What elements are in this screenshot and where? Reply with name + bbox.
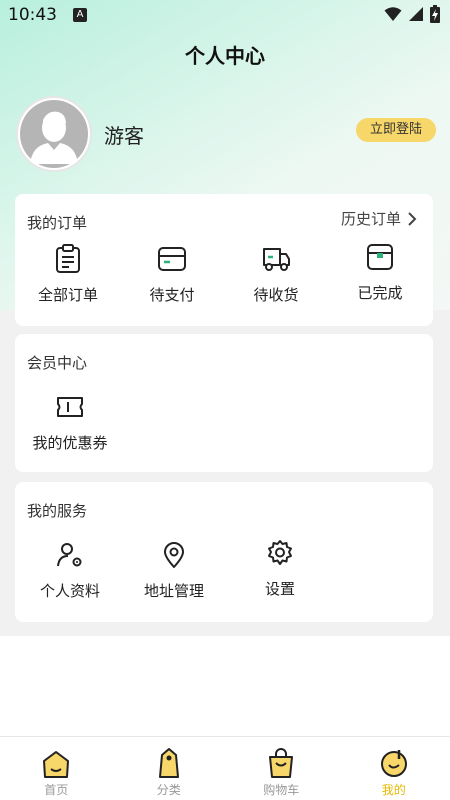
- location-pin-icon: [164, 542, 184, 568]
- tab-profile[interactable]: 我的: [338, 737, 450, 800]
- settings-label: 设置: [264, 580, 295, 598]
- order-all-button[interactable]: 全部订单: [18, 242, 118, 305]
- services-title: 我的服务: [27, 502, 88, 520]
- tag-icon: [158, 748, 179, 778]
- user-gear-icon: [57, 543, 82, 567]
- order-history-link[interactable]: 历史订单: [341, 208, 417, 229]
- status-time: 10:43: [8, 5, 57, 25]
- services-card: 我的服务 个人资料 地址管理 设置: [15, 482, 433, 622]
- address-management-label: 地址管理: [143, 582, 204, 600]
- page-title: 个人中心: [185, 44, 265, 68]
- tab-category-label: 分类: [156, 783, 181, 797]
- profile-icon: [380, 750, 407, 777]
- tab-profile-label: 我的: [381, 783, 406, 797]
- order-history-label: 历史订单: [340, 210, 401, 228]
- order-all-label: 全部订单: [37, 286, 98, 304]
- status-notification-icon: A: [73, 8, 87, 22]
- avatar[interactable]: [16, 96, 92, 172]
- member-title: 会员中心: [27, 354, 88, 372]
- member-card: 会员中心 我的优惠券: [15, 334, 433, 472]
- username: 游客: [104, 124, 144, 148]
- bottom-tab-bar: 首页 分类 购物车 我的: [0, 736, 450, 800]
- order-completed-label: 已完成: [357, 284, 403, 302]
- wifi-icon: [384, 7, 402, 21]
- box-icon: [367, 244, 393, 270]
- gear-icon: [268, 540, 292, 565]
- coupon-label: 我的优惠券: [32, 434, 108, 452]
- settings-button[interactable]: 设置: [230, 536, 330, 599]
- status-bar: 10:43 A: [0, 0, 450, 30]
- login-button[interactable]: 立即登陆: [356, 118, 436, 142]
- tab-home[interactable]: 首页: [0, 737, 113, 800]
- coupon-button[interactable]: 我的优惠券: [20, 390, 120, 453]
- shopping-bag-icon: [269, 748, 294, 778]
- profile-info-label: 个人资料: [39, 582, 100, 600]
- order-pending-receipt-label: 待收货: [253, 286, 299, 304]
- avatar-placeholder-icon: [20, 100, 88, 168]
- order-pending-payment-button[interactable]: 待支付: [122, 242, 222, 305]
- order-pending-payment-label: 待支付: [149, 286, 195, 304]
- tab-cart-label: 购物车: [263, 783, 300, 797]
- status-icons: [384, 5, 440, 23]
- battery-icon: [430, 5, 440, 23]
- tab-home-label: 首页: [44, 783, 69, 797]
- clipboard-icon: [56, 244, 80, 273]
- order-completed-button[interactable]: 已完成: [330, 240, 430, 303]
- order-pending-receipt-button[interactable]: 待收货: [226, 242, 326, 305]
- tab-cart[interactable]: 购物车: [225, 737, 338, 800]
- card-icon: [158, 247, 186, 271]
- home-icon: [43, 751, 70, 778]
- tab-category[interactable]: 分类: [113, 737, 226, 800]
- chevron-right-icon: [408, 211, 417, 226]
- profile-info-button[interactable]: 个人资料: [20, 538, 120, 601]
- orders-title: 我的订单: [27, 214, 88, 232]
- address-management-button[interactable]: 地址管理: [124, 538, 224, 601]
- signal-icon: [409, 7, 423, 21]
- truck-icon: [263, 248, 290, 271]
- orders-card: 我的订单 历史订单 全部订单 待支付 待收货 已完成: [15, 194, 433, 326]
- ticket-icon: [57, 397, 83, 417]
